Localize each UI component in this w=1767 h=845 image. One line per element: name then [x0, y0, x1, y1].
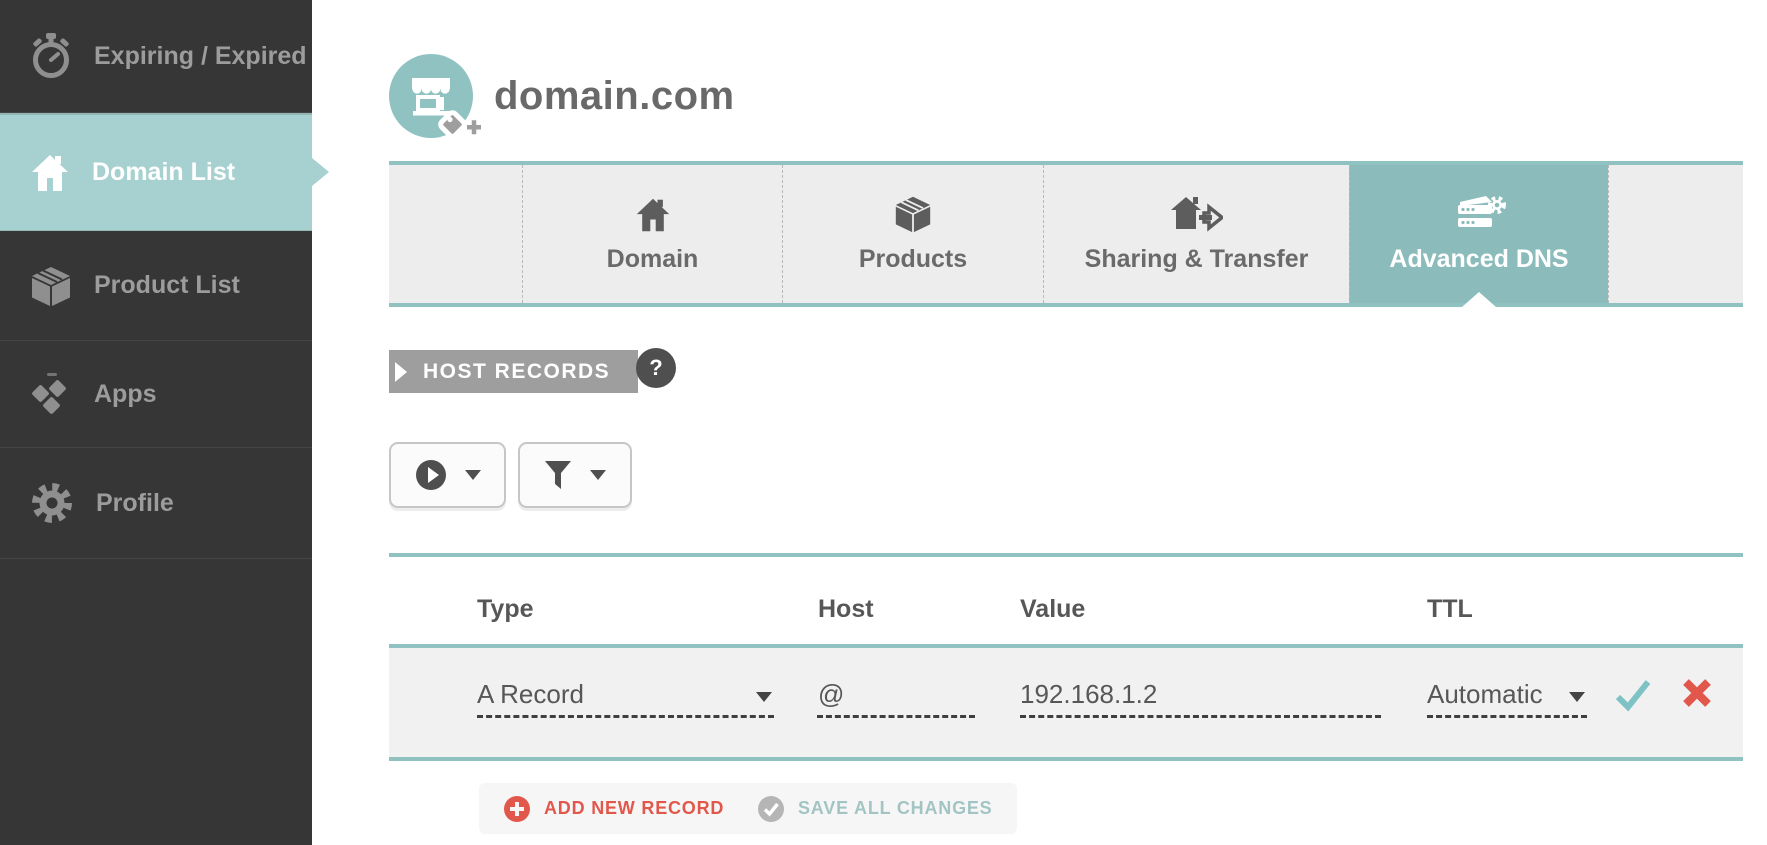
apps-icon	[30, 372, 72, 416]
record-ttl-value: Automatic	[1427, 679, 1543, 709]
box-icon	[894, 195, 932, 233]
tab-sharing-transfer[interactable]: Sharing & Transfer	[1043, 165, 1349, 303]
record-ttl-select[interactable]: Automatic	[1427, 676, 1587, 718]
help-label: ?	[649, 355, 662, 381]
sidebar-item-product-list[interactable]: Product List	[0, 231, 312, 341]
record-type-select[interactable]: A Record	[477, 676, 774, 718]
section-title-badge: HOST RECORDS	[389, 350, 638, 393]
sidebar-item-label: Domain List	[92, 158, 235, 187]
sidebar-item-label: Expiring / Expired	[94, 42, 307, 71]
tab-spacer-left	[389, 165, 522, 303]
save-all-changes-label: SAVE ALL CHANGES	[798, 798, 993, 819]
stopwatch-icon	[30, 33, 72, 79]
add-new-record-label: ADD NEW RECORD	[544, 798, 724, 819]
sidebar-item-label: Apps	[94, 380, 157, 409]
sidebar-item-domain-list[interactable]: Domain List	[0, 113, 312, 231]
close-icon	[1682, 678, 1712, 708]
add-new-record-button[interactable]: ADD NEW RECORD	[479, 783, 748, 834]
sidebar-item-label: Profile	[96, 489, 174, 518]
page-title: domain.com	[494, 60, 735, 132]
filter-icon	[544, 460, 572, 490]
home-icon	[635, 195, 671, 233]
tab-products[interactable]: Products	[782, 165, 1043, 303]
domain-tab-strip: Domain Products Sharing & Transfer	[389, 161, 1743, 307]
tab-advanced-dns[interactable]: Advanced DNS	[1349, 165, 1608, 303]
sidebar-item-expiring-expired[interactable]: Expiring / Expired	[0, 0, 312, 113]
add-tag-icon[interactable]	[434, 106, 484, 155]
tab-spacer-right	[1608, 165, 1743, 303]
save-all-changes-button[interactable]: SAVE ALL CHANGES	[733, 783, 1017, 834]
home-icon	[30, 153, 70, 193]
column-header-ttl: TTL	[1427, 595, 1473, 624]
table-divider-top	[389, 553, 1743, 557]
record-host-value: @	[818, 679, 844, 709]
tab-label: Domain	[607, 245, 699, 274]
table-divider-bottom	[389, 757, 1743, 761]
chevron-down-icon	[1569, 692, 1585, 702]
sidebar-item-profile[interactable]: Profile	[0, 448, 312, 559]
section-title: HOST RECORDS	[423, 360, 610, 383]
tab-label: Sharing & Transfer	[1085, 245, 1309, 274]
house-transfer-icon	[1171, 195, 1223, 233]
record-type-value: A Record	[477, 679, 584, 709]
quick-actions-dropdown[interactable]	[389, 442, 506, 508]
filter-dropdown[interactable]	[518, 442, 632, 508]
tab-domain[interactable]: Domain	[522, 165, 782, 303]
play-circle-icon	[415, 459, 447, 491]
column-header-host: Host	[818, 595, 874, 624]
tab-label: Advanced DNS	[1389, 245, 1568, 274]
chevron-down-icon	[756, 692, 772, 702]
confirm-record-button[interactable]	[1614, 678, 1652, 717]
sidebar-item-apps[interactable]: Apps	[0, 341, 312, 448]
gear-icon	[30, 481, 74, 525]
plus-circle-icon	[503, 795, 531, 823]
chevron-down-icon	[590, 470, 606, 480]
record-host-input[interactable]: @	[817, 676, 975, 718]
dns-server-icon	[1452, 195, 1506, 233]
column-header-value: Value	[1020, 595, 1085, 624]
sidebar-item-label: Product List	[94, 271, 240, 300]
help-button[interactable]: ?	[636, 348, 676, 388]
record-value-input[interactable]: 192.168.1.2	[1020, 676, 1381, 718]
active-item-arrow	[312, 158, 329, 186]
record-value-value: 192.168.1.2	[1020, 679, 1157, 709]
chevron-down-icon	[465, 470, 481, 480]
check-circle-icon	[757, 795, 785, 823]
column-header-type: Type	[477, 595, 534, 624]
sidebar: Expiring / Expired Domain List Product L…	[0, 0, 312, 845]
tab-label: Products	[859, 245, 967, 274]
box-icon	[30, 265, 72, 307]
checkmark-icon	[1614, 678, 1652, 712]
delete-record-button[interactable]	[1682, 678, 1712, 713]
